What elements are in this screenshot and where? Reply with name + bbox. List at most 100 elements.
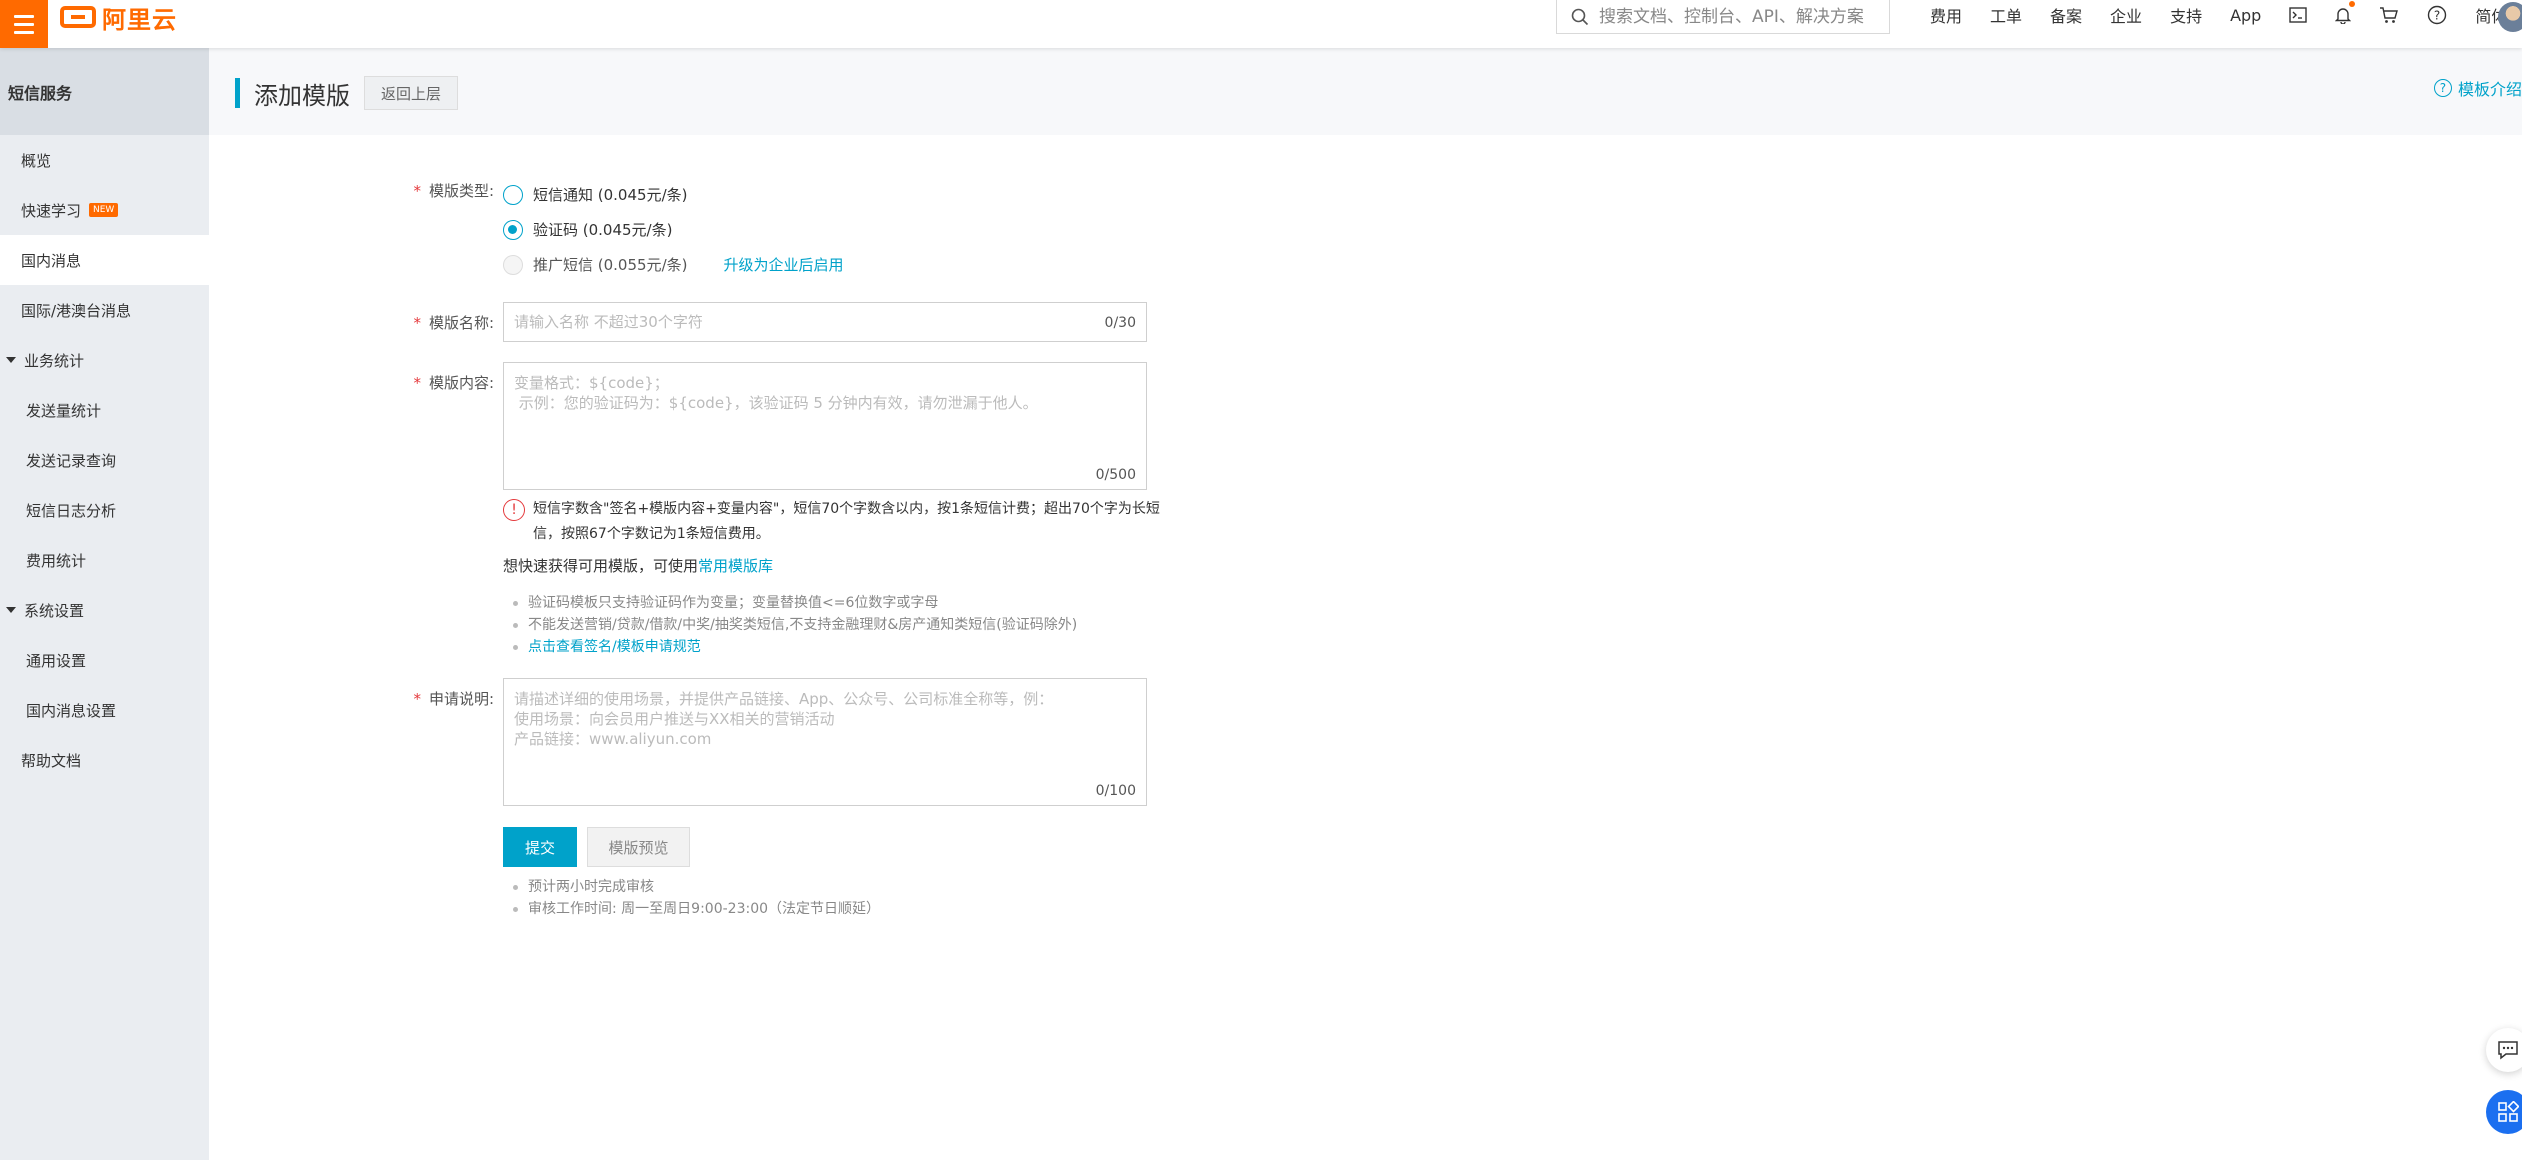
review-notes: 预计两小时完成审核 审核工作时间: 周一至周日9:00-23:00（法定节日顺延…: [513, 876, 880, 920]
radio-promotion[interactable]: 推广短信 (0.055元/条) 升级为企业后启用: [503, 254, 843, 275]
review-note: 审核工作时间: 周一至周日9:00-23:00（法定节日顺延）: [513, 898, 880, 920]
length-hint: ! 短信字数含"签名+模版内容+变量内容"，短信70个字数含以内，按1条短信计费…: [503, 497, 1163, 547]
sidebar-item-overview[interactable]: 概览: [0, 135, 209, 185]
description-textarea[interactable]: [504, 679, 1146, 779]
sidebar-item-label: 通用设置: [26, 651, 87, 670]
template-content-field[interactable]: 0/500: [503, 362, 1147, 490]
header-accent-bar: [235, 78, 240, 108]
description-label: * 申请说明:: [380, 688, 494, 709]
description-field[interactable]: 0/100: [503, 678, 1147, 806]
length-hint-text: 短信字数含"签名+模版内容+变量内容"，短信70个字数含以内，按1条短信计费；超…: [533, 501, 1160, 542]
sidebar-item-domestic-settings[interactable]: 国内消息设置: [0, 685, 209, 735]
required-mark: *: [413, 182, 421, 200]
sidebar-item-label: 概览: [21, 151, 52, 170]
nav-icp[interactable]: 备案: [2050, 3, 2082, 27]
question-icon: ?: [2433, 79, 2452, 97]
required-mark: *: [413, 314, 421, 332]
cart-icon[interactable]: [2379, 6, 2399, 24]
radio-sms-notice[interactable]: 短信通知 (0.045元/条): [503, 184, 687, 205]
sidebar-item-general-settings[interactable]: 通用设置: [0, 635, 209, 685]
sidebar-item-cost-stats[interactable]: 费用统计: [0, 535, 209, 585]
sidebar-item-send-volume[interactable]: 发送量统计: [0, 385, 209, 435]
radio-label: 推广短信 (0.055元/条): [533, 256, 688, 274]
sidebar-item-international[interactable]: 国际/港澳台消息: [0, 285, 209, 335]
template-library-link[interactable]: 常用模版库: [698, 557, 773, 575]
review-note: 预计两小时完成审核: [513, 876, 880, 898]
sidebar-group-settings[interactable]: 系统设置: [0, 585, 209, 635]
user-avatar[interactable]: [2498, 2, 2522, 32]
upgrade-enterprise-link[interactable]: 升级为企业后启用: [723, 254, 843, 275]
caret-down-icon: [6, 357, 16, 363]
radio-label: 短信通知 (0.045元/条): [533, 186, 688, 204]
template-name-field[interactable]: 0/30: [503, 302, 1147, 342]
page-title: 添加模版: [254, 82, 350, 110]
sidebar-title: 短信服务: [0, 48, 209, 135]
content-char-counter: 0/500: [1095, 467, 1136, 483]
aliyun-logo-mark: [60, 6, 96, 28]
template-content-label-text: 模版内容:: [428, 374, 494, 392]
terminal-icon[interactable]: [2289, 7, 2308, 23]
submit-button[interactable]: 提交: [503, 827, 577, 867]
help-circle-icon[interactable]: ?: [2427, 5, 2447, 25]
rule-item: 不能发送营销/贷款/借款/中奖/抽奖类短信,不支持金融理财&房产通知类短信(验证…: [513, 614, 1077, 636]
sidebar-item-send-records[interactable]: 发送记录查询: [0, 435, 209, 485]
description-label-text: 申请说明:: [428, 690, 494, 708]
sidebar: 短信服务 概览 快速学习 NEW 国内消息 国际/港澳台消息 业务统计 发送量统…: [0, 48, 209, 1160]
nav-tickets[interactable]: 工单: [1990, 3, 2022, 27]
template-name-label: * 模版名称:: [380, 312, 494, 333]
nav-billing[interactable]: 费用: [1930, 3, 1962, 27]
back-button[interactable]: 返回上层: [364, 76, 459, 110]
svg-text:?: ?: [2434, 9, 2440, 23]
top-nav: 费用 工单 备案 企业 支持 App ? 简体: [1930, 0, 2522, 30]
preview-button[interactable]: 模版预览: [587, 827, 690, 867]
notification-dot: [2349, 1, 2356, 7]
nav-support[interactable]: 支持: [2170, 3, 2202, 27]
sidebar-item-label: 国内消息设置: [26, 701, 117, 720]
hamburger-menu-icon[interactable]: [0, 0, 48, 48]
caret-down-icon: [6, 607, 16, 613]
template-intro-link[interactable]: ? 模板介绍: [2433, 76, 2522, 100]
sidebar-item-quick-learn[interactable]: 快速学习 NEW: [0, 185, 209, 235]
required-mark: *: [413, 374, 421, 392]
radio-circle-disabled: [503, 254, 523, 275]
sidebar-item-label: 快速学习: [21, 201, 82, 220]
search-icon: [1571, 8, 1589, 25]
apps-grid-icon[interactable]: [2486, 1090, 2522, 1134]
notification-bell-icon[interactable]: [2335, 1, 2356, 24]
sidebar-item-label: 国内消息: [21, 251, 82, 270]
radio-verification-code[interactable]: 验证码 (0.045元/条): [503, 219, 672, 240]
sidebar-item-log-analysis[interactable]: 短信日志分析: [0, 485, 209, 535]
top-bar: 阿里云 费用 工单 备案 企业 支持 App ? 简体: [0, 0, 2522, 48]
template-content-label: * 模版内容:: [380, 372, 494, 393]
rules-spec-link[interactable]: 点击查看签名/模板申请规范: [513, 636, 1077, 658]
template-type-label-text: 模版类型:: [428, 182, 494, 200]
sidebar-item-label: 系统设置: [24, 601, 85, 620]
sidebar-item-label: 短信日志分析: [26, 501, 117, 520]
rules-list: 验证码模板只支持验证码作为变量；变量替换值<=6位数字或字母 不能发送营销/贷款…: [513, 592, 1077, 658]
chat-icon[interactable]: [2486, 1028, 2522, 1072]
sidebar-item-domestic[interactable]: 国内消息: [0, 235, 209, 285]
nav-app[interactable]: App: [2230, 6, 2261, 25]
sidebar-group-stats[interactable]: 业务统计: [0, 335, 209, 385]
template-content-textarea[interactable]: [504, 363, 1146, 463]
template-type-label: * 模版类型:: [380, 180, 494, 201]
sidebar-item-label: 业务统计: [24, 351, 85, 370]
search-input[interactable]: [1599, 6, 1879, 27]
sidebar-item-label: 国际/港澳台消息: [21, 301, 132, 320]
quick-template-hint: 想快速获得可用模版，可使用常用模版库: [503, 555, 773, 576]
radio-circle: [503, 184, 523, 205]
sidebar-item-label: 发送量统计: [26, 401, 102, 420]
sidebar-item-label: 帮助文档: [21, 751, 82, 770]
aliyun-logo[interactable]: 阿里云: [60, 2, 177, 34]
sidebar-item-label: 发送记录查询: [26, 451, 117, 470]
nav-enterprise[interactable]: 企业: [2110, 3, 2142, 27]
radio-label: 验证码 (0.045元/条): [533, 221, 673, 239]
new-badge: NEW: [89, 203, 119, 217]
sidebar-item-label: 费用统计: [26, 551, 87, 570]
sidebar-item-help-docs[interactable]: 帮助文档: [0, 735, 209, 785]
logo-text: 阿里云: [102, 5, 177, 34]
name-char-counter: 0/30: [1104, 315, 1136, 331]
template-name-input[interactable]: [504, 303, 1146, 341]
global-search[interactable]: [1556, 0, 1890, 34]
page-header: 添加模版 返回上层 ? 模板介绍: [209, 48, 2522, 135]
